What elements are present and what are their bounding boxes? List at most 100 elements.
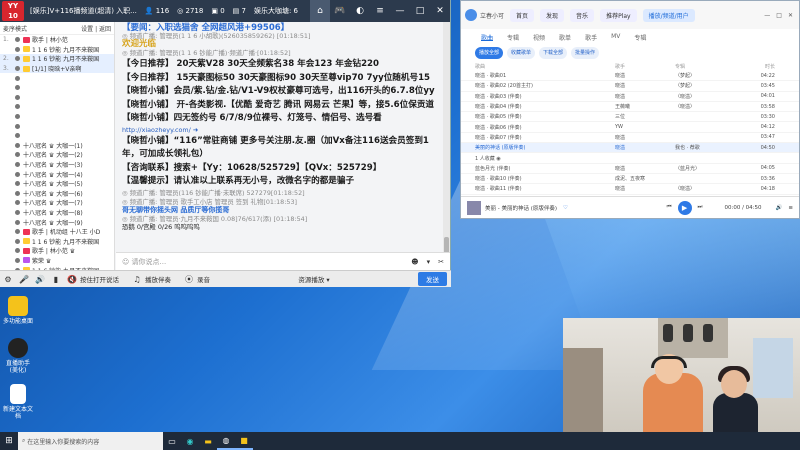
song-row[interactable]: 晓溢 · 歌曲03 (伴奏) 晓溢 〈晓溢〉 04:01 [461,92,799,102]
speaker-icon[interactable]: 🔊 [34,275,46,284]
prev-icon[interactable]: ⏮ [667,204,672,211]
song-row[interactable]: 晓溢 · 歌曲04 (伴奏) 王薇曦 〈晓溢〉 03:58 [461,102,799,113]
song-row[interactable]: 1 人收藏 ◉ [461,153,799,164]
app-icon[interactable]: ■ [235,432,253,450]
dropdown-icon[interactable]: ▾ [427,258,431,266]
download-button[interactable]: 下载全部 [539,47,568,59]
user-row[interactable]: 紫荣 ♛ [0,256,114,266]
user-row[interactable] [0,93,114,103]
push-to-talk-button[interactable]: 按住打开说话 [80,274,119,284]
close-icon[interactable]: ✕ [788,12,793,19]
user-row[interactable] [0,131,114,141]
skin-icon[interactable]: ◐ [350,0,370,22]
maximize-icon[interactable]: □ [410,0,430,22]
desktop-icon-app1[interactable]: 多功能桌面 [2,296,34,325]
song-row[interactable]: 美丽的神话 (原版伴奏) 晓溢 我也 · 荐歌 04:50 [461,143,799,154]
maximize-icon[interactable]: □ [776,12,782,19]
user-row[interactable]: 十八冠名 ♛ 大咖一(9) [0,217,114,227]
user-row[interactable]: 十八冠名 ♛ 大咖一(7) [0,198,114,208]
steam-icon[interactable]: ◍ [217,432,235,450]
user-row[interactable]: 十八冠名 ♛ 大咖一(2) [0,150,114,160]
heart-icon[interactable]: ♡ [563,205,568,211]
user-row[interactable]: 1. 歌手 | 林小范 [0,35,114,45]
song-row[interactable]: 晓溢 · 歌曲02 (20首主打) 晓溢 〈梦起〉 03:45 [461,81,799,92]
user-row[interactable]: 1 1 6 钞能 九月不来鞍国 [0,45,114,55]
mute-icon[interactable]: 🔇 [66,275,78,284]
song-row[interactable]: 蓝色月光 (伴奏) 晓溢 〈蓝月光〉 04:05 [461,164,799,174]
minimize-icon[interactable]: — [764,12,770,19]
song-row[interactable]: 晓溢 · 歌曲10 (伴奏) 成泥、五夜寒 03:36 [461,174,799,185]
nav-artists[interactable]: 歌手 [585,33,597,42]
play-icon[interactable]: ▶ [677,200,692,215]
home-icon[interactable]: ⌂ [310,0,330,22]
user-row[interactable]: 1 1 6 钞能 九月不来鞍国 [0,236,114,246]
record-button[interactable]: 录音 [197,274,210,284]
chat-input[interactable]: ☺ 请你说点... ☻ ▾ ✂ [116,252,450,270]
nav-album2[interactable]: 专辑 [634,33,646,42]
next-icon[interactable]: ⏭ [698,204,703,211]
promo-link[interactable]: http://xiaozheyy.com/ [122,126,191,134]
desktop-icon-app2[interactable]: 直播助手 (美化) [2,338,34,374]
nav-videos[interactable]: 视频 [533,33,545,42]
user-row[interactable]: 十八冠名 ♛ 大咖一(3) [0,160,114,170]
user-row[interactable] [0,112,114,122]
favorite-button[interactable]: 收藏歌单 [507,47,536,59]
tab-discover[interactable]: 发现 [540,8,565,22]
user-row[interactable]: 十八冠名 ♛ 大咖一(5) [0,179,114,189]
user-row[interactable] [0,73,114,83]
user-row[interactable] [0,121,114,131]
play-accompaniment-button[interactable]: 播放伴奏 [145,274,171,284]
user-row[interactable] [0,83,114,93]
song-row[interactable]: 晓溢 · 歌曲11 (伴奏) 晓溢 〈晓溢〉 04:18 [461,184,799,195]
tab-home[interactable]: 首页 [510,8,535,22]
song-row[interactable]: 晓溢 · 歌曲07 (伴奏) 晓溢 03:47 [461,133,799,144]
tab-channel[interactable]: 播放/频道/用户 [642,8,695,22]
avatar[interactable] [465,9,477,21]
edge-icon[interactable]: ◉ [181,432,199,450]
song-artist: 晓溢 [615,73,626,80]
user-row[interactable]: 3. [1/1] 晓晗+V亲啊 [0,63,114,74]
emoji-icon[interactable]: ☻ [411,258,418,266]
song-row[interactable]: 晓溢 · 歌曲05 (伴奏) 三位 03:30 [461,112,799,123]
minimize-icon[interactable]: — [390,0,410,22]
volume-icon[interactable]: 🔊 [776,205,783,211]
user-row[interactable]: 歌手 | 林小范 ♛ [0,246,114,256]
windows-start-icon[interactable]: ⊞ [0,436,18,446]
taskbar-search[interactable]: ⌕ 在这里输入你要搜索的内容 [18,432,163,450]
user-row[interactable]: 十八冠名 ♛ 大咖一(1) [0,141,114,151]
send-button[interactable]: 发送 [418,272,447,286]
album-art[interactable] [467,200,481,215]
menu-icon[interactable]: ≡ [370,0,390,22]
settings-icon[interactable]: ⚙ [2,275,14,284]
task-view-icon[interactable]: ▭ [163,432,181,450]
desktop-icon-textfile[interactable]: 新建文本文档 [2,384,34,420]
user-name: 十八冠名 ♛ 大咖一(2) [23,152,83,160]
user-row[interactable] [0,102,114,112]
user-status-icon [15,104,20,110]
message-scrollbar[interactable] [443,22,450,270]
tab-play[interactable]: 推荐Play [600,8,637,22]
mic-icon[interactable]: 🎤 [18,275,30,284]
user-row[interactable]: 十八冠名 ♛ 大咖一(4) [0,169,114,179]
batch-button[interactable]: 批量操作 [571,47,600,59]
nav-songs[interactable]: 歌曲 [481,33,494,42]
nav-albums[interactable]: 专辑 [507,33,519,42]
user-row[interactable]: 2. 1 1 6 钞能 九月不来鞍国 [0,54,114,64]
playlist-icon[interactable]: ≡ [788,205,793,211]
song-row[interactable]: 晓溢 · 歌曲01 晓溢 〈梦起〉 04:22 [461,71,799,82]
slider-icon[interactable]: ▮ [50,275,62,284]
close-icon[interactable]: ✕ [430,0,450,22]
game-icon[interactable]: 🎮 [330,0,350,22]
play-all-button[interactable]: 播放全部 [475,47,504,59]
user-row[interactable]: 歌手 | 机动组 十八王 小D [0,227,114,237]
nav-playlists[interactable]: 歌单 [559,33,571,42]
song-row[interactable]: 晓溢 · 歌曲06 (伴奏) YW 04:12 [461,122,799,133]
file-explorer-icon[interactable]: ▬ [199,432,217,450]
user-row[interactable]: 十八冠名 ♛ 大咖一(8) [0,208,114,218]
scissors-icon[interactable]: ✂ [438,258,444,266]
tab-music[interactable]: 音乐 [570,8,595,22]
song-artist: 晓溢 [615,93,626,100]
nav-mv[interactable]: MV [611,33,620,41]
resource-play-button[interactable]: 资源播放 ▾ [298,274,329,284]
user-row[interactable]: 十八冠名 ♛ 大咖一(6) [0,189,114,199]
